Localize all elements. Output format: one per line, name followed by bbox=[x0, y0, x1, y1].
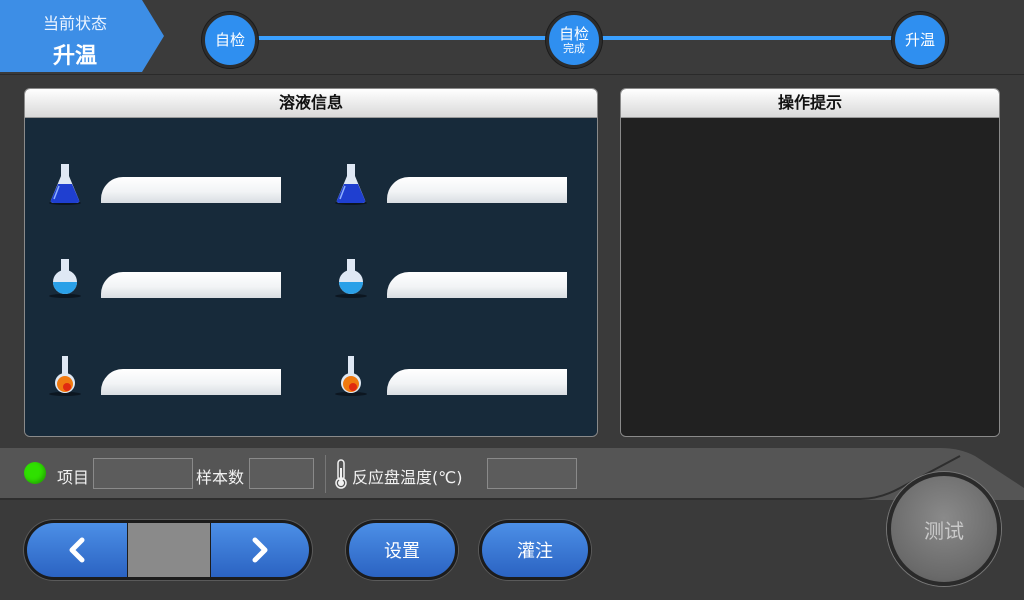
blue-flask-icon bbox=[335, 164, 367, 205]
solution-panel-title: 溶液信息 bbox=[25, 89, 597, 118]
solution-field bbox=[101, 272, 281, 298]
blue-flask-icon bbox=[49, 164, 81, 205]
top-bar: 当前状态 升温 自检 自检 完成 升温 bbox=[0, 0, 1024, 75]
solution-field bbox=[387, 177, 567, 203]
blue-round-flask-icon bbox=[49, 259, 81, 298]
chevron-left-icon bbox=[69, 537, 85, 563]
hint-panel-body bbox=[621, 118, 999, 436]
page-display bbox=[128, 523, 210, 577]
hint-text bbox=[621, 118, 999, 138]
project-field[interactable] bbox=[93, 458, 193, 489]
status-led bbox=[24, 462, 46, 484]
status-label: 当前状态 bbox=[42, 14, 107, 33]
solution-info-panel: 溶液信息 bbox=[24, 88, 598, 437]
step-self-check: 自检 bbox=[202, 12, 258, 68]
settings-button[interactable]: 设置 bbox=[346, 520, 458, 580]
step-heating: 升温 bbox=[892, 12, 948, 68]
sample-count-field[interactable] bbox=[249, 458, 314, 489]
step-label: 升温 bbox=[904, 31, 935, 49]
solution-field bbox=[387, 272, 567, 298]
orange-flask-icon bbox=[49, 356, 81, 396]
status-value: 升温 bbox=[52, 44, 97, 69]
blue-round-flask-icon bbox=[335, 259, 367, 298]
solution-field bbox=[101, 177, 281, 203]
step-label: 自检 bbox=[214, 31, 245, 49]
info-bar-divider bbox=[325, 455, 326, 493]
step-label: 自检 bbox=[558, 24, 589, 43]
prev-button[interactable] bbox=[27, 523, 127, 577]
thermometer-icon bbox=[335, 459, 347, 489]
solution-field bbox=[101, 369, 281, 395]
current-status-box: 当前状态 升温 bbox=[0, 0, 164, 72]
disk-temperature-field[interactable] bbox=[487, 458, 577, 489]
step-sublabel: 完成 bbox=[563, 41, 585, 55]
sample-count-label: 样本数 bbox=[196, 468, 245, 487]
pager-control bbox=[24, 520, 312, 580]
project-label: 项目 bbox=[57, 468, 90, 487]
hint-panel-title: 操作提示 bbox=[621, 89, 999, 118]
operation-hint-panel: 操作提示 bbox=[620, 88, 1000, 437]
test-button[interactable]: 测试 bbox=[887, 472, 1001, 586]
solution-panel-body bbox=[25, 118, 597, 436]
disk-temperature-label: 反应盘温度(℃) bbox=[352, 468, 463, 487]
orange-flask-icon bbox=[335, 356, 367, 396]
fill-button[interactable]: 灌注 bbox=[479, 520, 591, 580]
solution-field bbox=[387, 369, 567, 395]
step-self-check-complete: 自检 完成 bbox=[546, 12, 602, 68]
next-button[interactable] bbox=[211, 523, 309, 577]
chevron-right-icon bbox=[252, 537, 268, 563]
